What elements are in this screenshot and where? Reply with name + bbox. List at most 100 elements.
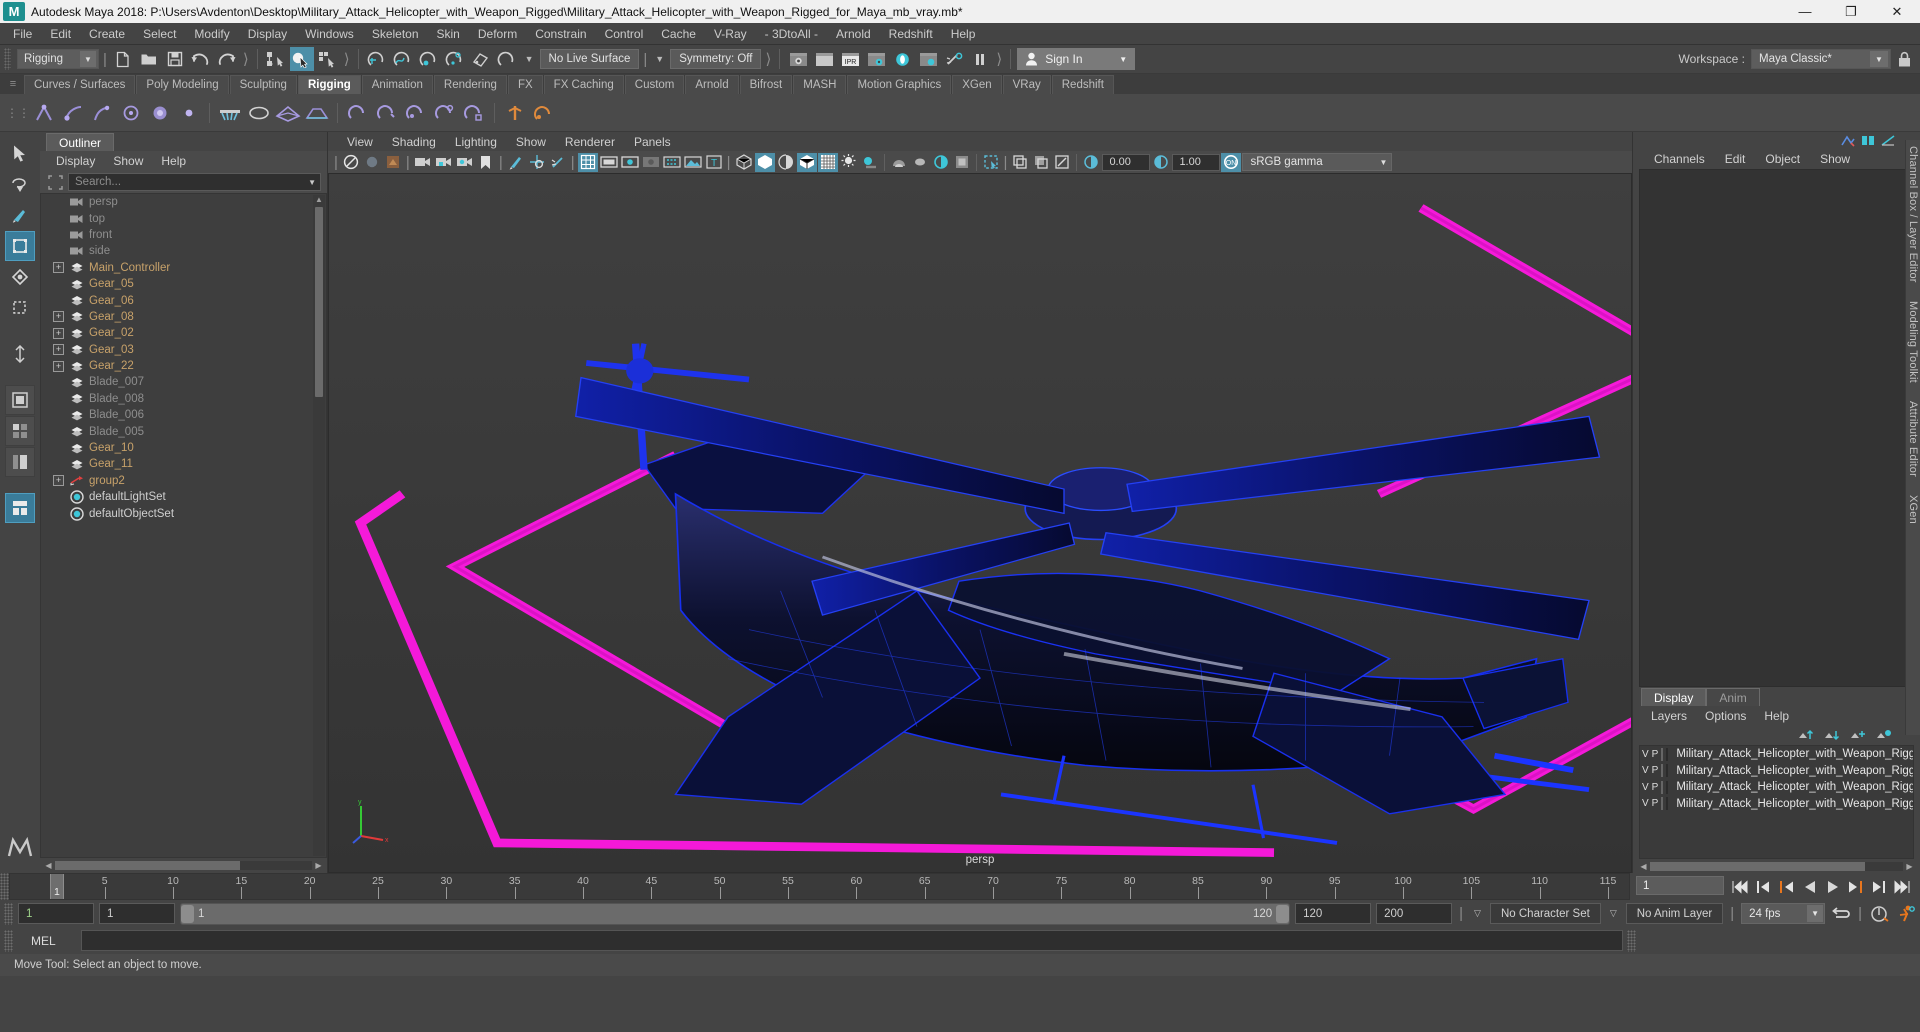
render-view-icon[interactable] (916, 47, 940, 71)
outliner-item[interactable]: defaultLightSet (41, 489, 326, 505)
range-start-time-field[interactable]: 1 (99, 903, 175, 924)
outliner-item[interactable]: Gear_05 (41, 276, 326, 292)
command-input[interactable] (81, 930, 1623, 951)
lock-camera-toggle-icon[interactable] (434, 153, 454, 172)
shelf-tab-animation[interactable]: Animation (361, 75, 433, 94)
hud-text-icon[interactable]: T (704, 153, 724, 172)
auto-keyframe-icon[interactable] (1869, 903, 1890, 925)
menu-item-help[interactable]: Help (942, 25, 985, 43)
display-layer-row[interactable]: V P Military_Attack_Helicopter_with_Weapon… (1640, 796, 1913, 813)
open-scene-icon[interactable] (137, 47, 161, 71)
layer-menu-options[interactable]: Options (1697, 708, 1754, 724)
xray-joints-mode-icon[interactable] (1052, 153, 1072, 172)
viewport-menu-view[interactable]: View (338, 134, 382, 150)
menuset-selector[interactable]: Rigging ▼ (17, 49, 99, 69)
xray-mode-icon[interactable] (1010, 153, 1030, 172)
depth-of-field-icon[interactable] (952, 153, 972, 172)
outliner-item[interactable]: + Main_Controller (41, 260, 326, 276)
new-scene-icon[interactable] (111, 47, 135, 71)
layer-menu-layers[interactable]: Layers (1643, 708, 1695, 724)
point-constraint-icon[interactable] (403, 100, 429, 126)
vertical-tab-modeling-toolkit[interactable]: Modeling Toolkit (1907, 301, 1919, 383)
image-plane-icon[interactable] (683, 153, 703, 172)
wireframe-on-shaded-icon[interactable] (796, 152, 817, 172)
playback-speed-selector[interactable]: 24 fps ▼ (1741, 903, 1826, 924)
resolution-gate-icon[interactable] (620, 153, 640, 172)
paint-select-tool-icon[interactable] (5, 200, 35, 230)
outliner-item[interactable]: top (41, 210, 326, 226)
exposure-control-icon[interactable] (662, 153, 682, 172)
orient-constraint-icon[interactable] (432, 100, 458, 126)
multisample-aa-icon[interactable] (931, 153, 951, 172)
move-layer-up-icon[interactable] (1798, 729, 1814, 742)
range-end-time-field[interactable]: 120 (1295, 903, 1372, 924)
mel-label[interactable]: MEL (17, 934, 77, 948)
layer-menu-help[interactable]: Help (1756, 708, 1797, 724)
menu-item-skin[interactable]: Skin (428, 25, 469, 43)
scroll-left-arrow-icon[interactable]: ◀ (1637, 862, 1650, 871)
statusline-grip[interactable] (4, 48, 11, 70)
menu-item-skeleton[interactable]: Skeleton (363, 25, 428, 43)
live-surface-field[interactable]: No Live Surface (539, 49, 640, 69)
select-tool-icon[interactable] (5, 138, 35, 168)
play-backwards-button[interactable] (1799, 876, 1820, 898)
channelbox-menu-edit[interactable]: Edit (1716, 151, 1755, 167)
shelf-tab-curves-surfaces[interactable]: Curves / Surfaces (24, 75, 136, 94)
shadows-icon[interactable] (860, 153, 880, 172)
smooth-shade-all-icon[interactable] (754, 152, 775, 172)
blend-shape-icon[interactable] (275, 100, 301, 126)
create-new-layer-icon[interactable] (1850, 729, 1866, 742)
animation-end-time-field[interactable]: 200 (1376, 903, 1453, 924)
layer-color-swatch[interactable] (1666, 747, 1669, 761)
show-grid-icon[interactable] (577, 152, 598, 172)
persp-outliner-layout-icon[interactable] (5, 447, 35, 477)
close-button[interactable]: ✕ (1874, 0, 1920, 23)
motion-blur-icon[interactable] (910, 153, 930, 172)
expand-selection-icon[interactable] (46, 173, 64, 191)
viewport-menu-panels[interactable]: Panels (625, 134, 680, 150)
chevron-down-icon[interactable]: ▼ (651, 54, 668, 64)
isolate-select-icon[interactable] (981, 153, 1001, 172)
outliner-menu-help[interactable]: Help (153, 153, 194, 169)
shelf-tab-xgen[interactable]: XGen (952, 75, 1002, 94)
layer-visibility-toggle[interactable]: V (1642, 780, 1649, 794)
display-layer-list[interactable]: V P Military_Attack_Helicopter_with_Weapon… (1639, 745, 1914, 859)
symmetry-field[interactable]: Symmetry: Off (670, 49, 762, 69)
exposure-icon[interactable] (1081, 153, 1101, 172)
range-slider-grip[interactable] (4, 902, 13, 925)
display-layer-row[interactable]: V P Military_Attack_Helicopter_with_Weapon… (1640, 763, 1913, 780)
channelbox-menu-channels[interactable]: Channels (1645, 151, 1714, 167)
human-ik-icon[interactable] (531, 100, 557, 126)
outliner-item[interactable]: Blade_007 (41, 374, 326, 390)
scale-constraint-icon[interactable] (461, 100, 487, 126)
layer-visibility-toggle[interactable]: V (1642, 797, 1649, 811)
viewport-menu-renderer[interactable]: Renderer (556, 134, 624, 150)
lasso-tool-icon[interactable] (5, 169, 35, 199)
outliner-item[interactable]: Blade_005 (41, 423, 326, 439)
create-layer-from-selected-icon[interactable] (1876, 729, 1892, 742)
layer-color-swatch[interactable] (1666, 780, 1669, 794)
shelf-tab-poly-modeling[interactable]: Poly Modeling (136, 75, 229, 94)
use-all-lights-icon[interactable] (839, 153, 859, 172)
outliner-item[interactable]: + Gear_02 (41, 325, 326, 341)
shelf-tab-motion-graphics[interactable]: Motion Graphics (847, 75, 952, 94)
hscroll-thumb[interactable] (1650, 861, 1865, 871)
shelf-tab-vray[interactable]: VRay (1002, 75, 1051, 94)
pause-render-icon[interactable] (968, 47, 992, 71)
ik-spline-icon[interactable] (89, 100, 115, 126)
outliner-item[interactable]: Gear_10 (41, 440, 326, 456)
viewport-menu-lighting[interactable]: Lighting (446, 134, 506, 150)
smooth-bind-icon[interactable] (246, 100, 272, 126)
film-gate-icon[interactable] (599, 153, 619, 172)
channelbox-menu-object[interactable]: Object (1756, 151, 1809, 167)
range-end-handle[interactable] (1276, 904, 1290, 923)
xray-active-components-icon[interactable] (1031, 153, 1051, 172)
display-layer-row[interactable]: V P Military_Attack_Helicopter_with_Weapon… (1640, 779, 1913, 796)
range-slider-track[interactable]: 1 120 (180, 902, 1291, 925)
expand-toggle-icon[interactable]: + (53, 360, 64, 372)
bind-skin-icon[interactable] (217, 100, 243, 126)
menu-item-control[interactable]: Control (596, 25, 653, 43)
scale-tool-icon[interactable] (5, 293, 35, 323)
layer-visibility-toggle[interactable]: V (1642, 764, 1649, 778)
shelf-tab-redshift[interactable]: Redshift (1051, 75, 1114, 94)
